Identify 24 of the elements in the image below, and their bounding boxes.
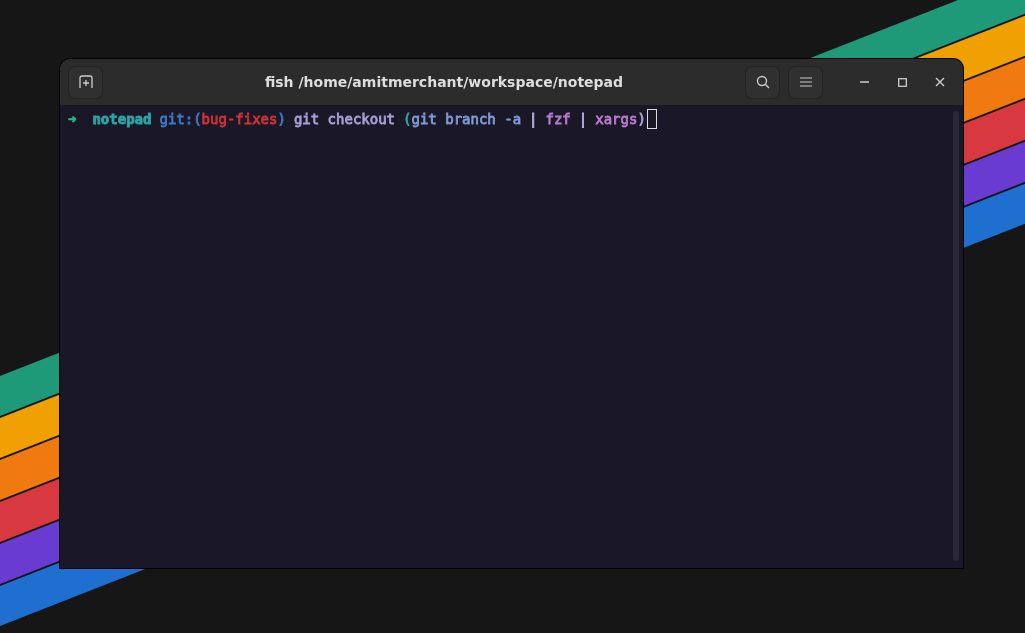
search-button[interactable]	[745, 65, 780, 99]
window-title: fish /home/amitmerchant/workspace/notepad	[263, 74, 625, 90]
prompt-text: xargs	[595, 111, 638, 127]
prompt-text: |	[578, 111, 588, 127]
new-tab-icon	[78, 75, 93, 89]
prompt-text: |	[529, 111, 538, 127]
prompt-text: (	[403, 111, 412, 127]
prompt-text: )	[637, 111, 646, 127]
search-icon	[755, 75, 770, 89]
arrow-glyph: ➜	[68, 111, 77, 127]
menu-button[interactable]	[788, 65, 823, 99]
prompt-text: git checkout	[293, 111, 396, 127]
prompt-text: notepad	[92, 111, 152, 127]
maximize-icon	[897, 77, 907, 87]
prompt-text: fzf	[545, 111, 571, 127]
close-icon	[935, 77, 945, 87]
menu-icon	[799, 77, 812, 87]
prompt-text: git:(	[159, 111, 202, 127]
prompt-text: bug-fixes	[201, 111, 278, 127]
text-cursor	[646, 109, 657, 129]
minimize-icon	[859, 81, 869, 83]
new-tab-button[interactable]	[68, 65, 103, 99]
prompt-text: )	[277, 111, 286, 127]
prompt-text: git branch -a	[411, 111, 522, 127]
